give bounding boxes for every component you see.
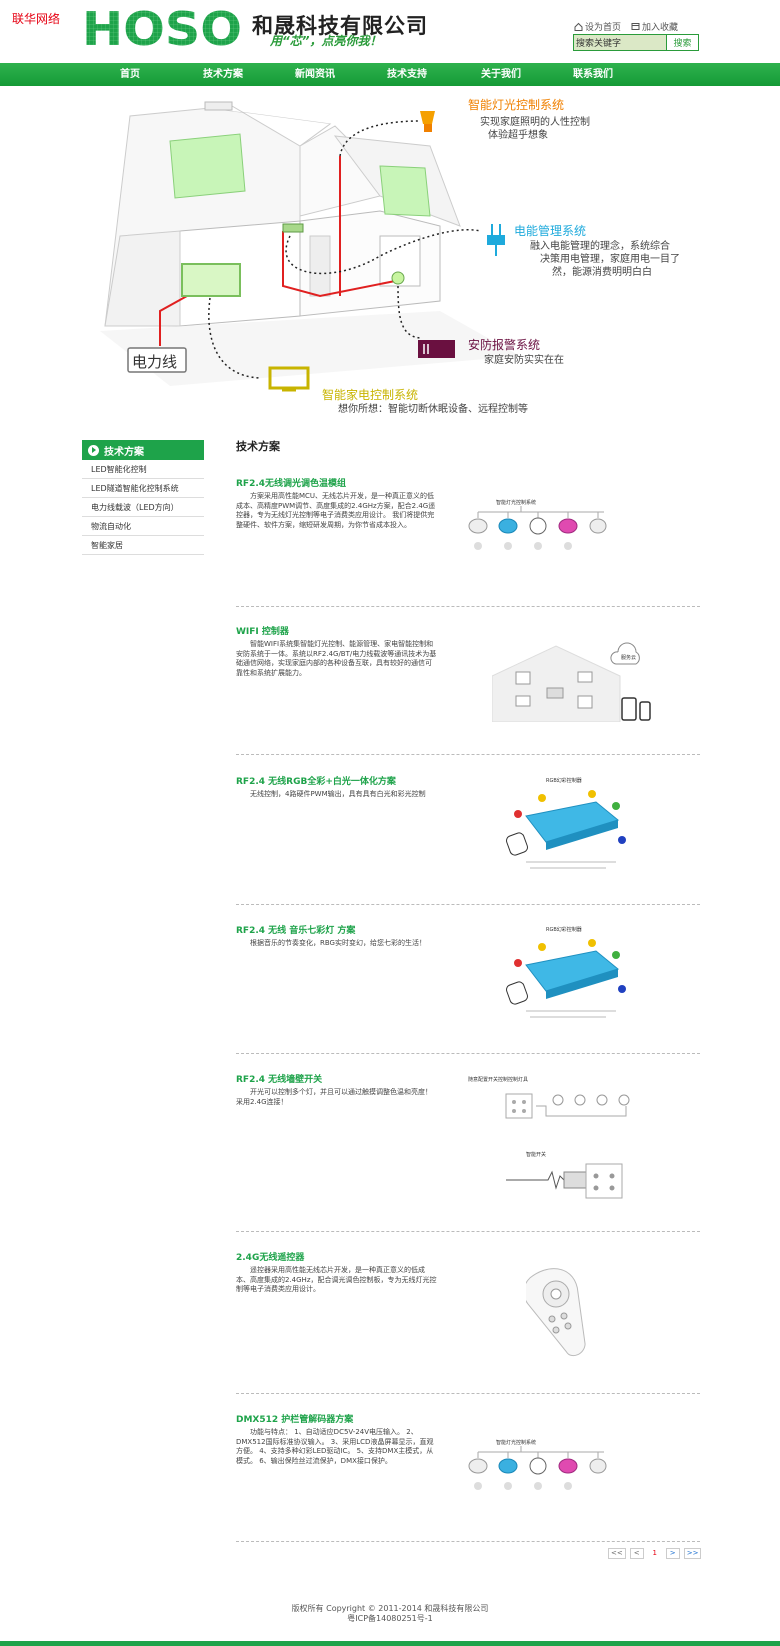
control-diagram-image: 智能灯光控制系统 (468, 499, 607, 550)
set-home-link[interactable]: 设为首页 (574, 20, 621, 33)
energy-line-2: 决策用电管理，家庭用电一目了 (540, 254, 680, 265)
hoso-logo[interactable]: HOSO (82, 8, 244, 50)
copyright-text: 版权所有 Copyright © 2011-2014 和晟科技有限公司 (291, 1604, 489, 1613)
rgb-controller-image: RGB幻彩控制器 (506, 777, 626, 869)
svg-text:服务云: 服务云 (621, 654, 636, 661)
lighting-line-2: 体验超乎想象 (488, 130, 548, 141)
favorite-icon (631, 23, 640, 30)
footer: 版权所有 Copyright © 2011-2014 和晟科技有限公司 粤ICP… (0, 1604, 780, 1624)
sidebar-item-smart-home[interactable]: 智能家居 (82, 536, 204, 555)
solution-item: DMX512 护栏管解码器方案 功能与特点： 1、自动适应DC5V-24V电压输… (236, 1412, 700, 1490)
dmx-diagram-image: 智能灯光控制系统 (468, 1439, 607, 1490)
solution-desc: 功能与特点： 1、自动适应DC5V-24V电压输入。 2、DMX512国际标准协… (236, 1428, 434, 1465)
icp-text[interactable]: 粤ICP备14080251号-1 (0, 1614, 780, 1624)
bottom-bar (0, 1641, 780, 1646)
nav-news[interactable]: 新闻资讯 (292, 63, 338, 86)
divider (236, 904, 700, 905)
sidebar-item-led-control[interactable]: LED智能化控制 (82, 460, 204, 479)
svg-text:RGB幻彩控制器: RGB幻彩控制器 (546, 777, 582, 784)
solution-desc: 遥控器采用高性能无线芯片开发，是一种真正意义的低成本、高度集成的2.4GHz，配… (236, 1266, 437, 1293)
solution-item: RF2.4无线调光调色温模组 方案采用高性能MCU、无线芯片开发，是一种真正意义… (236, 476, 700, 550)
power-line-label: 电力线 (132, 353, 178, 371)
solution-item: RF2.4 无线RGB全彩+白光一体化方案 无线控制，4路硬件PWM输出，具有具… (236, 774, 700, 869)
solution-item: 2.4G无线遥控器 遥控器采用高性能无线芯片开发，是一种真正意义的低成本、高度集… (236, 1250, 700, 1357)
divider (236, 1541, 700, 1542)
security-title: 安防报警系统 (468, 338, 541, 352)
music-light-image: RGB幻彩控制器 (506, 926, 626, 1018)
corner-link[interactable]: 联华网络 (12, 10, 60, 27)
remote-control-image (526, 1268, 586, 1357)
search-input[interactable] (574, 35, 666, 50)
sidebar-item-logistics[interactable]: 物流自动化 (82, 517, 204, 536)
first-page-button[interactable]: << (608, 1548, 626, 1559)
home-icon (574, 22, 583, 31)
sidebar-heading-label: 技术方案 (104, 446, 144, 458)
nav-about[interactable]: 关于我们 (478, 63, 524, 86)
svg-text:智能灯光控制系统: 智能灯光控制系统 (496, 499, 536, 506)
energy-line-3: 然，能源消费明明白白 (552, 267, 652, 278)
sidebar-item-plc[interactable]: 电力线载波（LED方向） (82, 498, 204, 517)
solution-desc: 方案采用高性能MCU、无线芯片开发，是一种真正意义的低成本、高精度PWM调节、高… (236, 492, 436, 529)
lighting-line-1: 实现家庭照明的人性控制 (480, 117, 590, 128)
logo-text: HOSO (82, 8, 242, 50)
page-title: 技术方案 (236, 440, 280, 453)
pagination: << < 1 > >> (608, 1548, 702, 1559)
solution-desc: 根据音乐的节奏变化，RBG实时变幻，给您七彩的生活！ (250, 939, 426, 947)
divider (236, 1393, 700, 1394)
sidebar-heading[interactable]: 技术方案 (82, 440, 204, 460)
smart-home-banner: 电力线 智能灯光控制系统 实现家庭照明的人性控制 体验超乎想象 电能管理系统 融… (0, 86, 780, 416)
divider (236, 1053, 700, 1054)
search-box: 搜索 (573, 34, 699, 51)
svg-text:智能开关: 智能开关 (526, 1151, 546, 1158)
divider (236, 606, 700, 607)
slogan: 用“芯”，点亮你我！ (270, 34, 382, 48)
solution-title[interactable]: 2.4G无线遥控器 (236, 1250, 700, 1263)
security-line-1: 家庭安防实实在在 (484, 355, 564, 366)
wifi-home-image: 服务云 (492, 642, 651, 722)
nav-contact[interactable]: 联系我们 (570, 63, 616, 86)
wall-switch-image: 随意配置开关控制控制灯具 智能开关 (468, 1076, 630, 1199)
solution-desc: 智能WIFI系统集智能灯光控制、能源管理、家电智能控制和安防系统于一体。系统以R… (236, 640, 437, 677)
appliance-line-1: 想你所想：智能切断休眠设备、远程控制等 (338, 404, 528, 415)
nav-support[interactable]: 技术支持 (384, 63, 430, 86)
page-number[interactable]: 1 (648, 1548, 662, 1559)
svg-text:随意配置开关控制控制灯具: 随意配置开关控制控制灯具 (468, 1076, 528, 1083)
last-page-button[interactable]: >> (683, 1548, 702, 1559)
divider (236, 1231, 700, 1232)
solution-title[interactable]: DMX512 护栏管解码器方案 (236, 1412, 700, 1425)
solution-desc: 开光可以控制多个灯，并且可以通过触摸调整色温和亮度！采用2.4G连接！ (236, 1088, 432, 1106)
solution-item: RF2.4 无线 音乐七彩灯 方案 根据音乐的节奏变化，RBG实时变幻，给您七彩… (236, 923, 700, 1018)
prev-page-button[interactable]: < (629, 1548, 644, 1559)
search-button[interactable]: 搜索 (666, 35, 698, 50)
arrow-right-icon (88, 444, 99, 456)
solution-item: RF2.4 无线墙壁开关 开光可以控制多个灯，并且可以通过触摸调整色温和亮度！采… (236, 1072, 700, 1199)
divider (236, 754, 700, 755)
energy-line-1: 融入电能管理的理念，系统综合 (530, 241, 670, 252)
energy-title: 电能管理系统 (514, 224, 587, 238)
sidebar-item-tunnel-led[interactable]: LED隧道智能化控制系统 (82, 479, 204, 498)
solution-title[interactable]: WIFI 控制器 (236, 624, 700, 637)
add-favorite-label: 加入收藏 (642, 23, 679, 33)
nav-home[interactable]: 首页 (112, 63, 148, 86)
add-favorite-link[interactable]: 加入收藏 (631, 20, 678, 33)
solution-title[interactable]: RF2.4无线调光调色温模组 (236, 476, 700, 489)
svg-text:RGB幻彩控制器: RGB幻彩控制器 (546, 926, 582, 933)
nav-solutions[interactable]: 技术方案 (200, 63, 246, 86)
next-page-button[interactable]: > (665, 1548, 680, 1559)
top-links: 设为首页 加入收藏 (574, 20, 678, 33)
solution-desc: 无线控制，4路硬件PWM输出，具有具有白光和彩光控制 (250, 790, 426, 798)
set-home-label: 设为首页 (585, 23, 622, 33)
appliance-title: 智能家电控制系统 (322, 388, 419, 402)
lighting-title: 智能灯光控制系统 (468, 98, 565, 112)
svg-text:智能灯光控制系统: 智能灯光控制系统 (496, 1439, 536, 1446)
main-nav: 首页 技术方案 新闻资讯 技术支持 关于我们 联系我们 (0, 63, 780, 86)
sidebar: 技术方案 LED智能化控制 LED隧道智能化控制系统 电力线载波（LED方向） … (82, 440, 204, 555)
solution-item: WIFI 控制器 智能WIFI系统集智能灯光控制、能源管理、家电智能控制和安防系… (236, 624, 700, 722)
